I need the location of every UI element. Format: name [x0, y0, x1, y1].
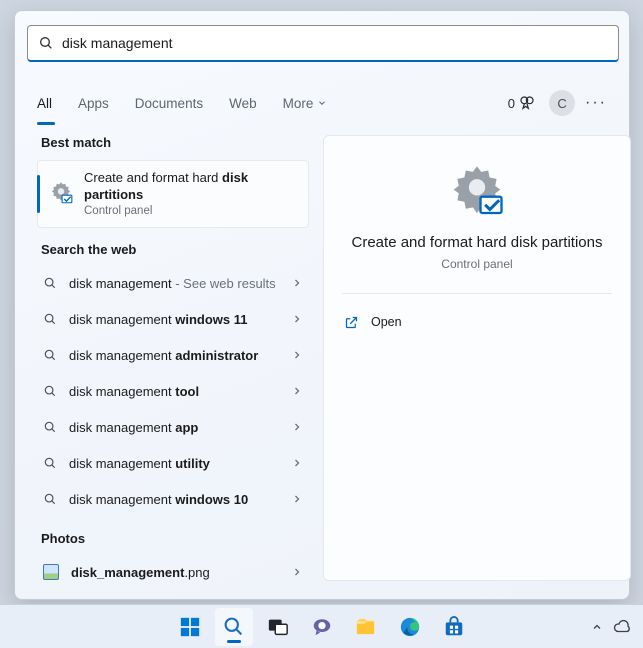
chevron-right-icon: [291, 313, 303, 325]
web-result[interactable]: disk management - See web results: [37, 265, 309, 301]
avatar[interactable]: C: [549, 90, 575, 116]
web-result-text: disk management app: [69, 420, 303, 435]
task-view-icon: [267, 616, 289, 638]
taskbar-task-view[interactable]: [259, 608, 297, 646]
web-result[interactable]: disk management windows 10: [37, 481, 309, 517]
taskbar-chat[interactable]: [303, 608, 341, 646]
web-result[interactable]: disk management utility: [37, 445, 309, 481]
open-external-icon: [344, 315, 359, 330]
rewards-score[interactable]: 0: [508, 95, 535, 111]
preview-subtitle: Control panel: [342, 257, 612, 271]
section-search-web: Search the web: [41, 242, 309, 257]
web-result-text: disk management administrator: [69, 348, 303, 363]
image-file-icon: [43, 564, 59, 580]
chevron-up-icon[interactable]: [591, 621, 603, 633]
edge-icon: [399, 616, 421, 638]
search-icon: [43, 420, 57, 434]
photo-results-list: disk_management.png: [37, 554, 309, 590]
section-photos: Photos: [41, 531, 309, 546]
tab-documents[interactable]: Documents: [135, 92, 203, 115]
web-result-text: disk management windows 10: [69, 492, 303, 507]
chevron-right-icon: [291, 566, 303, 578]
search-icon: [38, 35, 54, 51]
search-icon: [43, 276, 57, 290]
score-value: 0: [508, 96, 515, 111]
web-result[interactable]: disk management tool: [37, 373, 309, 409]
open-label: Open: [371, 315, 402, 329]
folder-icon: [354, 615, 377, 638]
more-options-button[interactable]: ···: [585, 94, 607, 112]
open-action[interactable]: Open: [342, 304, 612, 340]
gear-check-icon: [447, 164, 507, 220]
medal-icon: [519, 95, 535, 111]
tab-more-label: More: [283, 96, 314, 111]
preview-pane: Create and format hard disk partitions C…: [323, 135, 631, 581]
tab-apps[interactable]: Apps: [78, 92, 109, 115]
web-result[interactable]: disk management windows 11: [37, 301, 309, 337]
taskbar-start[interactable]: [171, 608, 209, 646]
preview-title: Create and format hard disk partitions: [342, 234, 612, 251]
tab-more[interactable]: More: [283, 92, 328, 115]
taskbar: [0, 604, 643, 648]
photo-filename: disk_management.png: [71, 565, 303, 580]
web-result-text: disk management utility: [69, 456, 303, 471]
best-match-result[interactable]: Create and format hard disk partitions C…: [37, 160, 309, 228]
best-match-subtitle: Control panel: [84, 205, 298, 217]
web-result-text: disk management tool: [69, 384, 303, 399]
taskbar-file-explorer[interactable]: [347, 608, 385, 646]
store-icon: [443, 616, 465, 638]
taskbar-search[interactable]: [215, 608, 253, 646]
web-results-list: disk management - See web results disk ma…: [37, 265, 309, 517]
taskbar-store[interactable]: [435, 608, 473, 646]
gear-check-icon: [48, 180, 74, 206]
section-best-match: Best match: [41, 135, 309, 150]
tabs-row: All Apps Documents Web More 0 C ···: [37, 81, 607, 125]
search-box[interactable]: [27, 25, 619, 62]
taskbar-tray: [591, 618, 631, 636]
chevron-down-icon: [317, 98, 327, 108]
results-left-column: Best match Create and format hard disk p…: [37, 135, 309, 590]
chevron-right-icon: [291, 277, 303, 289]
chevron-right-icon: [291, 385, 303, 397]
taskbar-center: [171, 608, 473, 646]
web-result-text: disk management windows 11: [69, 312, 303, 327]
search-panel: All Apps Documents Web More 0 C ··· Best…: [14, 10, 630, 600]
chevron-right-icon: [291, 421, 303, 433]
web-result-text: disk management - See web results: [69, 276, 303, 291]
search-icon: [43, 384, 57, 398]
search-icon: [43, 456, 57, 470]
search-icon: [43, 312, 57, 326]
taskbar-edge[interactable]: [391, 608, 429, 646]
chevron-right-icon: [291, 457, 303, 469]
search-input[interactable]: [62, 35, 608, 51]
search-icon: [223, 616, 244, 637]
web-result[interactable]: disk management administrator: [37, 337, 309, 373]
cloud-icon[interactable]: [613, 618, 631, 636]
chat-icon: [311, 616, 333, 638]
web-result[interactable]: disk management app: [37, 409, 309, 445]
windows-start-icon: [179, 616, 201, 638]
best-match-text: Create and format hard disk partitions C…: [84, 169, 298, 217]
search-icon: [43, 348, 57, 362]
tab-web[interactable]: Web: [229, 92, 257, 115]
search-icon: [43, 492, 57, 506]
preview-icon-wrap: [342, 164, 612, 220]
tab-all[interactable]: All: [37, 92, 52, 115]
photo-result[interactable]: disk_management.png: [37, 554, 309, 590]
chevron-right-icon: [291, 493, 303, 505]
divider: [342, 293, 612, 294]
chevron-right-icon: [291, 349, 303, 361]
